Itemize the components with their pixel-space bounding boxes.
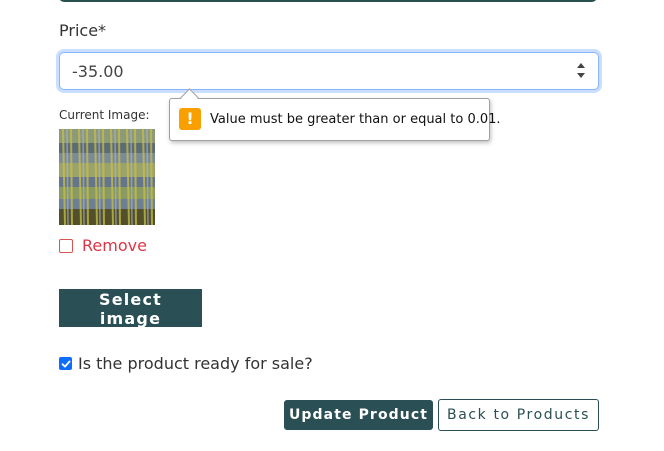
validation-tooltip: ! Value must be greater than or equal to…: [169, 88, 501, 141]
warning-icon: !: [179, 108, 201, 130]
description-textarea[interactable]: [59, 0, 597, 2]
number-spinner[interactable]: [576, 61, 586, 81]
product-thumbnail: [59, 129, 155, 225]
remove-image-row: Remove: [59, 236, 147, 255]
spin-up-icon[interactable]: [577, 63, 585, 68]
price-input-wrapper: [59, 52, 599, 90]
spin-down-icon[interactable]: [577, 73, 585, 78]
update-product-button[interactable]: Update Product: [284, 400, 433, 430]
select-image-button[interactable]: Select image: [59, 289, 202, 328]
ready-for-sale-label[interactable]: Is the product ready for sale?: [78, 354, 313, 373]
current-image-label: Current Image:: [59, 108, 150, 122]
price-input[interactable]: [60, 53, 584, 89]
tooltip-arrow: [180, 88, 199, 107]
remove-label[interactable]: Remove: [82, 236, 147, 255]
checkmark-icon: [61, 360, 70, 367]
remove-checkbox[interactable]: [59, 238, 73, 253]
product-edit-form: Price* Current Image:: [0, 0, 664, 451]
back-to-products-button[interactable]: Back to Products: [438, 399, 599, 431]
price-label: Price*: [59, 21, 107, 40]
ready-for-sale-checkbox[interactable]: [59, 357, 72, 370]
validation-message: Value must be greater than or equal to 0…: [210, 112, 501, 127]
ready-for-sale-row: Is the product ready for sale?: [59, 354, 313, 373]
